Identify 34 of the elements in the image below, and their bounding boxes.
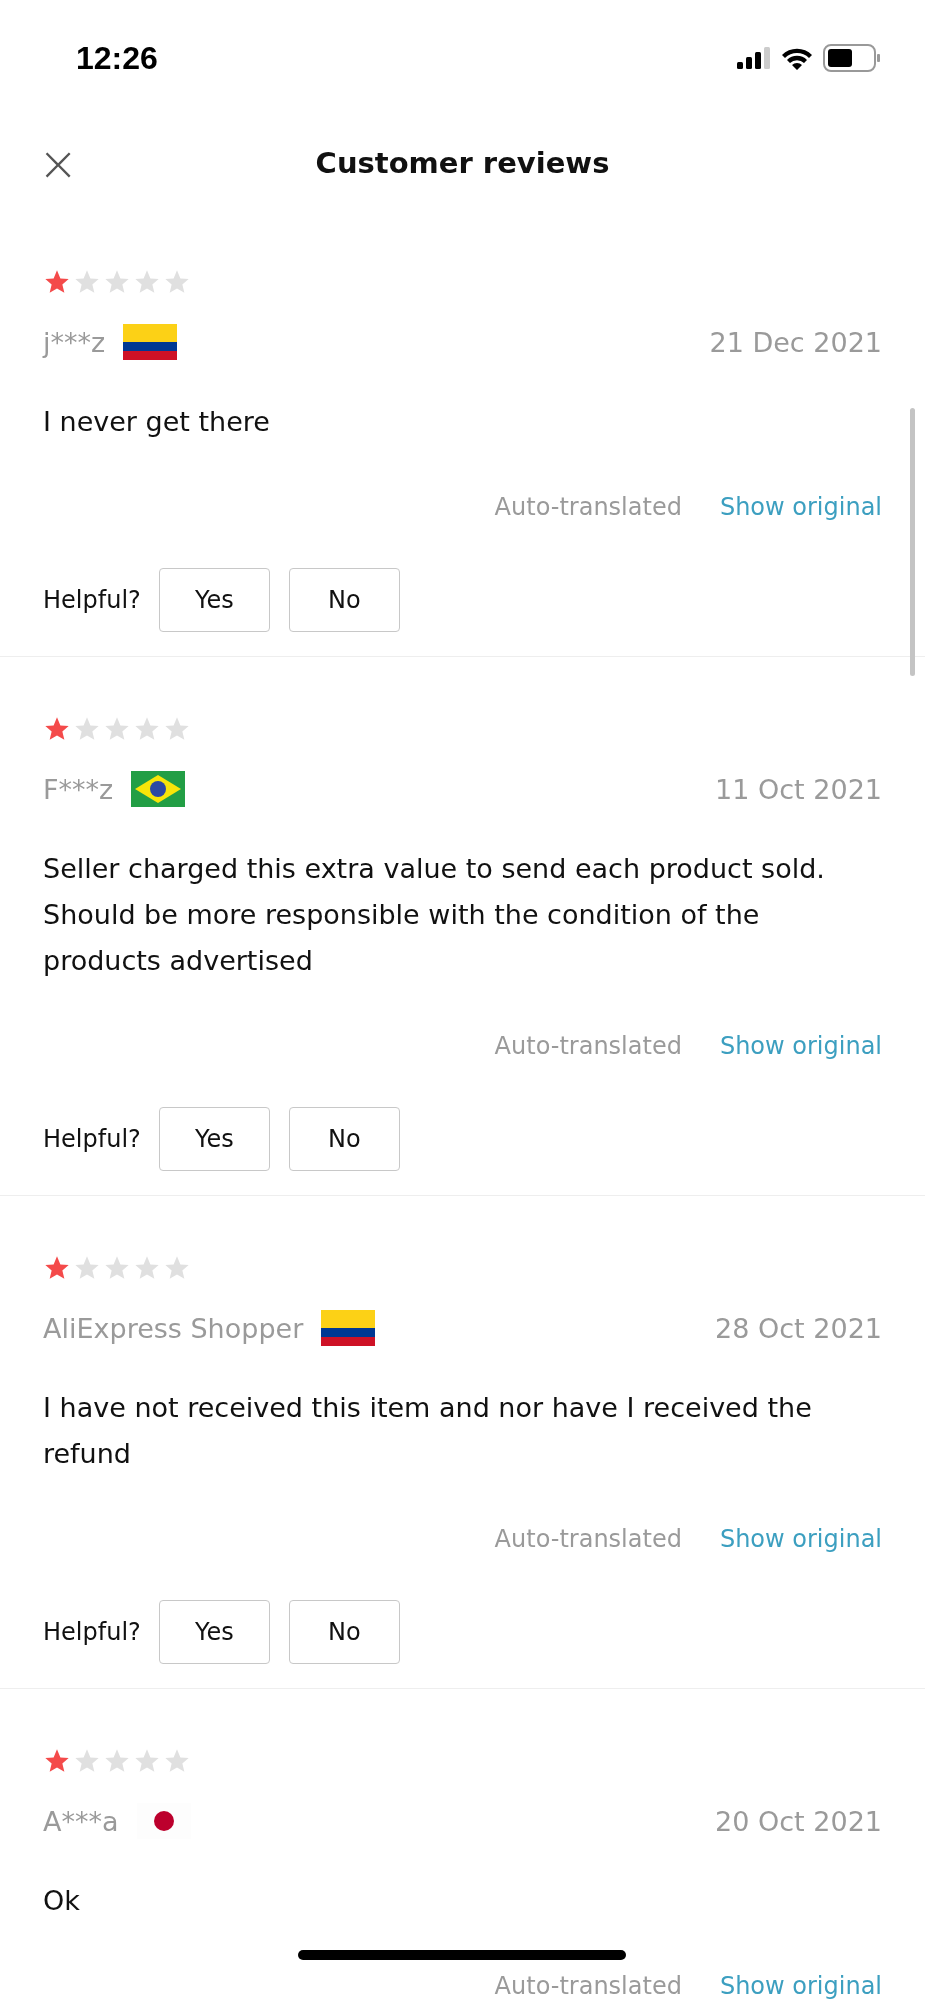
auto-translated-note: Auto-translated: [494, 1032, 682, 1060]
close-button[interactable]: ×: [38, 143, 78, 183]
reviewer-name: AliExpress Shopper: [43, 1312, 304, 1344]
review-date: 21 Dec 2021: [709, 326, 882, 358]
no-button[interactable]: No: [288, 568, 400, 632]
review-text: I never get there: [43, 405, 271, 439]
reviewer-name: A***a: [43, 1805, 119, 1837]
battery-icon: [823, 44, 881, 72]
auto-translated-note: Auto-translated: [494, 493, 682, 521]
review-date: 28 Oct 2021: [715, 1312, 882, 1344]
auto-translated-note: Auto-translated: [494, 1972, 682, 2000]
reviewer-name: F***z: [43, 773, 114, 805]
wifi-icon: [781, 46, 813, 70]
review-text: I have not received this item and nor have I received the refund: [43, 1391, 813, 1471]
no-button[interactable]: No: [288, 1107, 400, 1171]
auto-translated-note: Auto-translated: [494, 1525, 682, 1553]
flag-icon: [321, 1310, 376, 1346]
review-text: Seller charged this extra value to send each product sold. Should be more responsible with the condition of the products advertised: [43, 852, 826, 978]
yes-button[interactable]: Yes: [158, 568, 270, 632]
helpful-label: Helpful?: [43, 586, 141, 614]
no-button[interactable]: No: [288, 1600, 400, 1664]
yes-button[interactable]: Yes: [158, 1600, 270, 1664]
signal-icon: [737, 47, 771, 69]
flag-icon: [123, 324, 178, 360]
helpful-label: Helpful?: [43, 1618, 141, 1646]
reviewer-name: j***z: [43, 326, 106, 358]
review-text: Ok: [43, 1884, 81, 1918]
yes-button[interactable]: Yes: [158, 1107, 270, 1171]
flag-icon: [131, 771, 186, 807]
review-date: 11 Oct 2021: [715, 773, 882, 805]
review-date: 20 Oct 2021: [715, 1805, 882, 1837]
page-title: Customer reviews: [315, 146, 610, 180]
status-time: 12:26: [76, 39, 158, 77]
helpful-label: Helpful?: [43, 1125, 141, 1153]
